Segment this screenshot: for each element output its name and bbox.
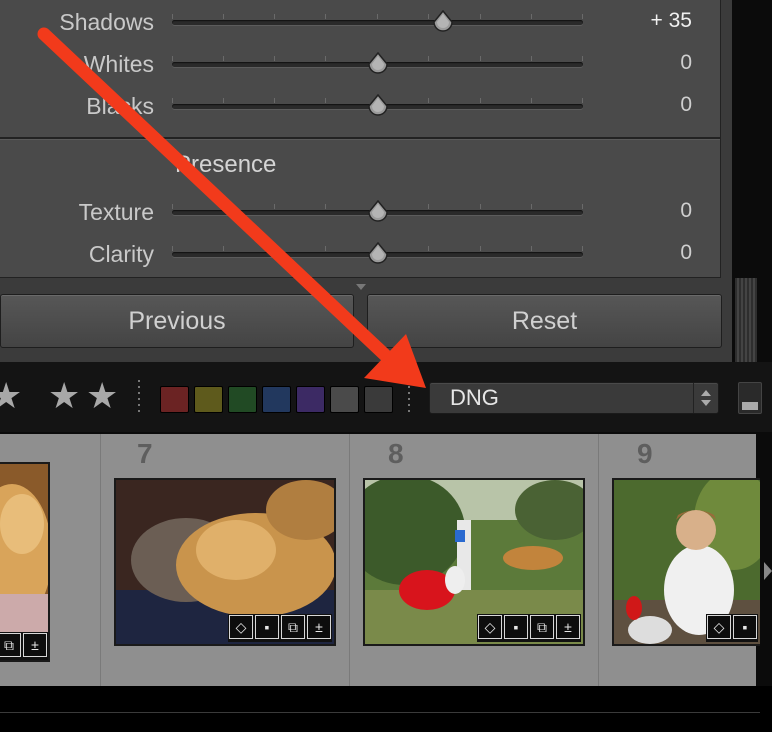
rating-star-icon[interactable]: ★ [0, 378, 22, 414]
slider-shadows[interactable]: Shadows + 35 [0, 1, 720, 41]
slider-clarity[interactable]: Clarity 0 [0, 233, 720, 273]
previous-button[interactable]: Previous [0, 294, 354, 348]
thumbnail-image[interactable]: ◇ ▪ ⧉ ± [363, 478, 585, 646]
rating-star-icon[interactable]: ★ [86, 378, 118, 414]
presence-header: Presence [175, 151, 277, 178]
slider-track[interactable] [172, 10, 583, 32]
filmstrip-scroll-right-icon[interactable] [764, 562, 772, 580]
filmstrip-cell[interactable]: 9 ◇ ▪ [599, 434, 760, 686]
color-label-swatch[interactable] [194, 386, 223, 413]
slider-label: Shadows [59, 9, 154, 35]
slider-thumb[interactable] [367, 242, 389, 266]
slider-texture[interactable]: Texture 0 [0, 191, 720, 231]
cell-index-number: 8 [388, 438, 404, 469]
color-label-swatch[interactable] [262, 386, 291, 413]
slider-track[interactable] [172, 52, 583, 74]
slider-blacks[interactable]: Blacks 0 [0, 85, 720, 125]
rating-star-icon[interactable]: ★ [48, 378, 80, 414]
divider [408, 380, 410, 414]
slider-thumb[interactable] [432, 10, 454, 34]
develop-adjusted-icon: ± [556, 615, 580, 639]
develop-adjusted-icon: ± [307, 615, 331, 639]
comment-icon: ▪ [504, 615, 528, 639]
filmstrip-footer [0, 686, 772, 732]
divider [0, 712, 760, 713]
reset-button[interactable]: Reset [367, 294, 722, 348]
comment-icon: ▪ [733, 615, 757, 639]
cell-index-number: 9 [637, 438, 653, 469]
filmstrip-cell[interactable]: 8 ◇ ▪ ⧉ ± [350, 434, 599, 686]
develop-panel: Shadows + 35 Whites 0 Blacks 0 Presence … [0, 0, 732, 362]
thumbnail-image[interactable]: ◇ ▪ [612, 478, 760, 646]
slider-thumb[interactable] [367, 200, 389, 224]
develop-adjusted-icon: ± [23, 633, 47, 657]
presence-section: Presence Texture 0 Clarity 0 [0, 138, 721, 278]
filmstrip-filter-toolbar: ★ ★ ★ DNG [0, 362, 772, 432]
slider-track[interactable] [172, 94, 583, 116]
slider-label: Clarity [88, 241, 154, 267]
thumbnail-badges: ⧉ ± [0, 632, 48, 660]
thumbnail-image[interactable]: ◇ ▪ ⧉ ± [114, 478, 336, 646]
panel-scrollbar[interactable] [735, 278, 757, 362]
thumbnail-image[interactable]: ⧉ ± [0, 462, 50, 662]
keyword-tag-icon: ◇ [229, 615, 253, 639]
slider-value[interactable]: + 35 [651, 9, 692, 33]
thumbnail-badges: ◇ ▪ ⧉ ± [477, 614, 581, 642]
slider-track[interactable] [172, 242, 583, 264]
color-label-swatch[interactable] [330, 386, 359, 413]
slider-label: Blacks [86, 93, 154, 119]
slider-label: Whites [83, 51, 154, 77]
color-label-swatch[interactable] [160, 386, 189, 413]
divider [138, 380, 140, 414]
color-label-swatch[interactable] [296, 386, 325, 413]
filmstrip: ⧉ ± 7 ◇ ▪ ⧉ ± 8 ◇ ▪ ⧉ ± 9 ◇ ▪ [0, 434, 760, 686]
slider-whites[interactable]: Whites 0 [0, 43, 720, 83]
filter-preset-select[interactable]: DNG [429, 382, 719, 414]
slider-value[interactable]: 0 [680, 51, 692, 75]
slider-track[interactable] [172, 200, 583, 222]
panel-collapse-icon[interactable] [356, 284, 366, 290]
virtual-copy-icon: ⧉ [281, 615, 305, 639]
thumbnail-badges: ◇ ▪ [706, 614, 758, 642]
select-arrows-icon [693, 383, 718, 413]
filter-lock-toggle[interactable] [738, 382, 762, 414]
filmstrip-cell[interactable]: ⧉ ± [0, 434, 101, 686]
slider-value[interactable]: 0 [680, 241, 692, 265]
slider-label: Texture [78, 199, 154, 225]
slider-thumb[interactable] [367, 94, 389, 118]
color-label-swatch[interactable] [364, 386, 393, 413]
tone-section: Shadows + 35 Whites 0 Blacks 0 [0, 0, 721, 138]
virtual-copy-icon: ⧉ [530, 615, 554, 639]
filter-preset-value: DNG [450, 385, 499, 410]
virtual-copy-icon: ⧉ [0, 633, 21, 657]
color-label-swatch[interactable] [228, 386, 257, 413]
thumbnail-badges: ◇ ▪ ⧉ ± [228, 614, 332, 642]
slider-value[interactable]: 0 [680, 93, 692, 117]
keyword-tag-icon: ◇ [707, 615, 731, 639]
slider-thumb[interactable] [367, 52, 389, 76]
keyword-tag-icon: ◇ [478, 615, 502, 639]
comment-icon: ▪ [255, 615, 279, 639]
slider-value[interactable]: 0 [680, 199, 692, 223]
cell-index-number: 7 [137, 438, 153, 469]
filmstrip-cell[interactable]: 7 ◇ ▪ ⧉ ± [101, 434, 350, 686]
